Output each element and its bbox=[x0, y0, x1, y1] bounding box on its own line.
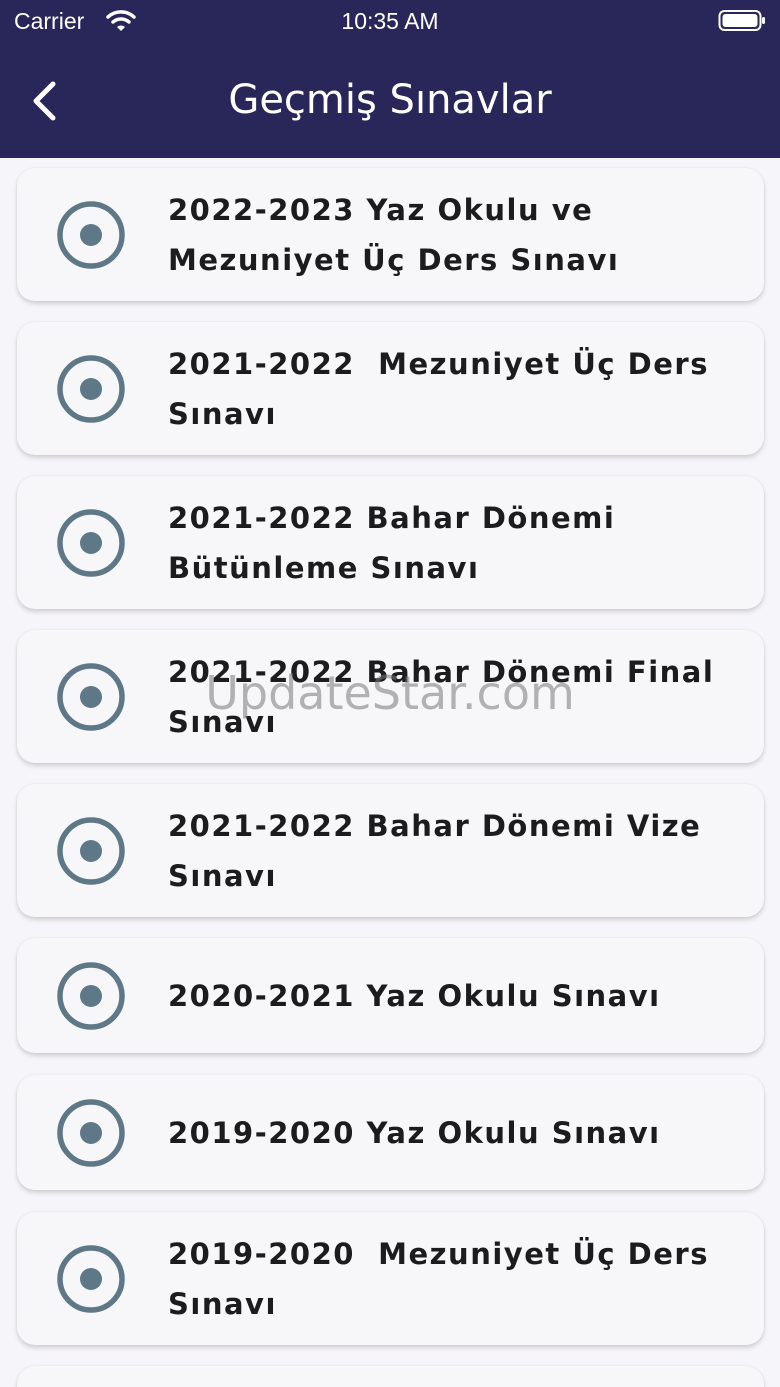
exam-item[interactable]: 2020-2021 Yaz Okulu Sınavı bbox=[17, 938, 764, 1053]
exam-item[interactable]: 2021-2022 Bahar Dönemi Vize Sınavı bbox=[17, 784, 764, 917]
exam-label: 2021-2022 Bahar Dönemi Vize Sınavı bbox=[168, 808, 713, 893]
exam-item[interactable]: 2021-2022 Mezuniyet Üç Ders Sınavı bbox=[17, 322, 764, 455]
radio-selected-icon bbox=[57, 662, 125, 731]
radio-selected-icon bbox=[57, 961, 125, 1030]
exam-item[interactable]: 2022-2023 Yaz Okulu ve Mezuniyet Üç Ders… bbox=[17, 168, 764, 301]
exam-item-partial[interactable] bbox=[17, 1366, 764, 1387]
exam-label: 2019-2020 Mezuniyet Üç Ders Sınavı bbox=[168, 1236, 721, 1321]
battery-icon bbox=[718, 10, 765, 31]
page-title: Geçmiş Sınavlar bbox=[228, 77, 552, 123]
exam-item[interactable]: 2019-2020 Mezuniyet Üç Ders Sınavı bbox=[17, 1212, 764, 1345]
exam-label: 2020-2021 Yaz Okulu Sınavı bbox=[168, 978, 661, 1013]
radio-selected-icon bbox=[57, 816, 125, 885]
exam-label: 2021-2022 Mezuniyet Üç Ders Sınavı bbox=[168, 346, 721, 431]
exam-list[interactable]: 2022-2023 Yaz Okulu ve Mezuniyet Üç Ders… bbox=[0, 158, 780, 1387]
radio-selected-icon bbox=[57, 1098, 125, 1167]
radio-selected-icon bbox=[57, 508, 125, 577]
status-bar: Carrier 10:35 AM bbox=[0, 0, 780, 44]
exam-label: 2022-2023 Yaz Okulu ve Mezuniyet Üç Ders… bbox=[168, 192, 620, 277]
exam-item[interactable]: 2019-2020 Yaz Okulu Sınavı bbox=[17, 1075, 764, 1190]
exam-item[interactable]: 2021-2022 Bahar Dönemi Bütünleme Sınavı bbox=[17, 476, 764, 609]
radio-selected-icon bbox=[57, 1244, 125, 1313]
exam-label: 2021-2022 Bahar Dönemi Final Sınavı bbox=[168, 654, 726, 739]
exam-label: 2019-2020 Yaz Okulu Sınavı bbox=[168, 1115, 661, 1150]
exam-item[interactable]: 2021-2022 Bahar Dönemi Final Sınavı bbox=[17, 630, 764, 763]
radio-selected-icon bbox=[57, 354, 125, 423]
exam-label: 2021-2022 Bahar Dönemi Bütünleme Sınavı bbox=[168, 500, 627, 585]
nav-bar: Geçmiş Sınavlar bbox=[0, 44, 780, 158]
clock-label: 10:35 AM bbox=[341, 8, 439, 34]
radio-selected-icon bbox=[57, 200, 125, 269]
